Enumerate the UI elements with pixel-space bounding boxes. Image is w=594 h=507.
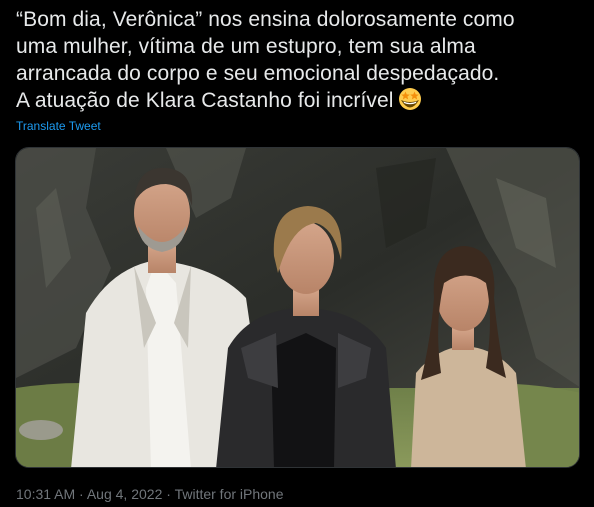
tweet-source[interactable]: Twitter for iPhone <box>175 486 284 502</box>
star-struck-emoji-icon <box>398 87 422 111</box>
tweet-text-line: uma mulher, vítima de um estupro, tem su… <box>16 35 476 58</box>
tweet: “Bom dia, Verônica” nos ensina dolorosam… <box>0 0 594 507</box>
meta-separator: · <box>79 486 84 502</box>
tweet-photo[interactable] <box>15 147 580 468</box>
tweet-time[interactable]: 10:31 AM <box>16 486 75 502</box>
translate-tweet-link[interactable]: Translate Tweet <box>16 119 101 133</box>
tweet-text: “Bom dia, Verônica” nos ensina dolorosam… <box>16 6 586 114</box>
meta-separator: · <box>166 486 171 502</box>
tweet-text-line: “Bom dia, Verônica” nos ensina dolorosam… <box>16 8 515 31</box>
tweet-text-line-4: A atuação de Klara Castanho foi incrível <box>16 89 394 112</box>
tweet-meta: 10:31 AM · Aug 4, 2022 · Twitter for iPh… <box>16 486 284 502</box>
photo-illustration <box>16 148 579 467</box>
tweet-date[interactable]: Aug 4, 2022 <box>87 486 163 502</box>
tweet-text-line-last: A atuação de Klara Castanho foi incrível <box>16 87 586 114</box>
tweet-text-line: arrancada do corpo e seu emocional despe… <box>16 62 500 85</box>
